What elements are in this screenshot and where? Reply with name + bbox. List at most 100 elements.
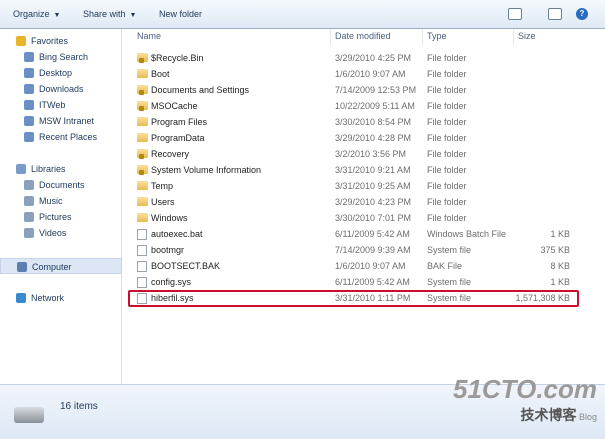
file-type: Windows Batch File — [427, 229, 507, 239]
file-name: autoexec.bat — [151, 229, 203, 239]
chevron-down-icon: ▼ — [53, 12, 61, 19]
sidebar-item-favorite-2[interactable]: Downloads — [0, 81, 122, 97]
sidebar-item-favorite-0[interactable]: Bing Search — [0, 49, 122, 65]
file-type: File folder — [427, 213, 467, 223]
file-type: File folder — [427, 101, 467, 111]
file-row[interactable]: MSOCache 10/22/2009 5:11 AM File folder — [130, 98, 580, 114]
file-date: 1/6/2010 9:07 AM — [335, 261, 406, 271]
file-row[interactable]: Temp 3/31/2010 9:25 AM File folder — [130, 178, 580, 194]
sidebar-item-favorite-4[interactable]: MSW Intranet — [0, 113, 122, 129]
sidebar-label: Music — [39, 196, 63, 206]
computer-icon — [17, 262, 27, 272]
file-icon — [137, 245, 147, 256]
sidebar-item-library-0[interactable]: Documents — [0, 177, 122, 193]
file-name: $Recycle.Bin — [151, 53, 204, 63]
view-options-icon[interactable] — [508, 8, 522, 20]
file-row[interactable]: $Recycle.Bin 3/29/2010 4:25 PM File folder — [130, 50, 580, 66]
sidebar-label: Computer — [32, 262, 72, 272]
file-date: 10/22/2009 5:11 AM — [335, 101, 415, 111]
file-row[interactable]: Documents and Settings 7/14/2009 12:53 PM… — [130, 82, 580, 98]
file-type: System file — [427, 277, 472, 287]
folder-icon — [137, 133, 148, 142]
libraries-icon — [16, 164, 26, 174]
file-date: 3/29/2010 4:28 PM — [335, 133, 412, 143]
file-type: BAK File — [427, 261, 463, 271]
column-header: Name Date modified Type Size — [122, 29, 605, 45]
lock-icon — [139, 90, 144, 95]
file-row[interactable]: System Volume Information 3/31/2010 9:21 … — [130, 162, 580, 178]
sidebar-item-favorite-3[interactable]: ITWeb — [0, 97, 122, 113]
network-icon — [16, 293, 26, 303]
sidebar-item-library-1[interactable]: Music — [0, 193, 122, 209]
file-type: File folder — [427, 53, 467, 63]
divider[interactable] — [422, 29, 423, 45]
column-date-modified[interactable]: Date modified — [335, 31, 391, 41]
column-size[interactable]: Size — [518, 31, 536, 41]
file-row[interactable]: BOOTSECT.BAK 1/6/2010 9:07 AM BAK File 8 KB — [130, 258, 580, 274]
sidebar-label: Recent Places — [39, 132, 98, 142]
sidebar-item-library-2[interactable]: Pictures — [0, 209, 122, 225]
file-row[interactable]: Users 3/29/2010 4:23 PM File folder — [130, 194, 580, 210]
file-name: config.sys — [151, 277, 192, 287]
sidebar-label: ITWeb — [39, 100, 66, 110]
sidebar-item-libraries[interactable]: Libraries — [0, 161, 122, 177]
file-date: 7/14/2009 9:39 AM — [335, 245, 411, 255]
folder-icon — [137, 181, 148, 190]
watermark: 51CTO.com 技术博客 Blog — [453, 374, 597, 425]
file-row[interactable]: Boot 1/6/2010 9:07 AM File folder — [130, 66, 580, 82]
file-row[interactable]: Windows 3/30/2010 7:01 PM File folder — [130, 210, 580, 226]
sidebar-item-favorites[interactable]: Favorites — [0, 33, 122, 49]
lock-icon — [139, 154, 144, 159]
divider[interactable] — [513, 29, 514, 45]
library-1-icon — [24, 196, 34, 206]
file-date: 6/11/2009 5:42 AM — [335, 277, 410, 287]
file-row[interactable]: ProgramData 3/29/2010 4:28 PM File folder — [130, 130, 580, 146]
file-size: 8 KB — [550, 261, 570, 271]
file-row[interactable]: config.sys 6/11/2009 5:42 AM System file 1 … — [130, 274, 580, 290]
file-type: File folder — [427, 133, 467, 143]
share-with-label: Share with — [83, 9, 126, 19]
column-name[interactable]: Name — [137, 31, 161, 41]
help-button[interactable]: ? — [576, 8, 588, 20]
file-name: Program Files — [151, 117, 208, 127]
folder-icon — [137, 197, 148, 206]
file-row[interactable]: bootmgr 7/14/2009 9:39 AM System file 375 K… — [130, 242, 580, 258]
file-date: 1/6/2010 9:07 AM — [335, 69, 406, 79]
toolbar: Organize ▼ Share with ▼ New folder ? — [0, 0, 605, 29]
file-name: Users — [151, 197, 175, 207]
favorite-2-icon — [24, 84, 34, 94]
sidebar-item-library-3[interactable]: Videos — [0, 225, 122, 241]
file-row[interactable]: Recovery 3/2/2010 3:56 PM File folder — [130, 146, 580, 162]
column-type[interactable]: Type — [427, 31, 447, 41]
preview-pane-icon[interactable] — [548, 8, 562, 20]
sidebar-label: Network — [31, 293, 65, 303]
divider[interactable] — [330, 29, 331, 45]
file-name: BOOTSECT.BAK — [151, 261, 221, 271]
favorite-1-icon — [24, 68, 34, 78]
sidebar-label: Favorites — [31, 36, 69, 46]
sidebar-label: Bing Search — [39, 52, 89, 62]
file-size: 1 KB — [550, 229, 570, 239]
sidebar-item-favorite-5[interactable]: Recent Places — [0, 129, 122, 145]
folder-icon — [137, 165, 148, 175]
folder-icon — [137, 213, 148, 222]
sidebar-item-favorite-1[interactable]: Desktop — [0, 65, 122, 81]
watermark-site: 51CTO.com — [452, 374, 597, 404]
favorite-5-icon — [24, 132, 34, 142]
favorite-3-icon — [24, 100, 34, 110]
sidebar-label: Desktop — [39, 68, 73, 78]
sidebar-item-network[interactable]: Network — [0, 290, 122, 306]
file-row[interactable]: Program Files 3/30/2010 8:54 PM File folde… — [130, 114, 580, 130]
sidebar-item-computer[interactable]: Computer — [0, 258, 122, 274]
favorite-4-icon — [24, 116, 34, 126]
new-folder-button[interactable]: New folder — [159, 9, 202, 19]
share-with-button[interactable]: Share with ▼ — [83, 9, 136, 19]
file-date: 3/30/2010 8:54 PM — [335, 117, 412, 127]
file-type: File folder — [427, 85, 467, 95]
file-name: Windows — [151, 213, 188, 223]
folder-icon — [137, 53, 148, 63]
file-row[interactable]: autoexec.bat 6/11/2009 5:42 AM Windows Bat… — [130, 226, 580, 242]
file-name: ProgramData — [151, 133, 205, 143]
watermark-blog: Blog — [578, 412, 597, 422]
organize-button[interactable]: Organize ▼ — [13, 9, 60, 19]
